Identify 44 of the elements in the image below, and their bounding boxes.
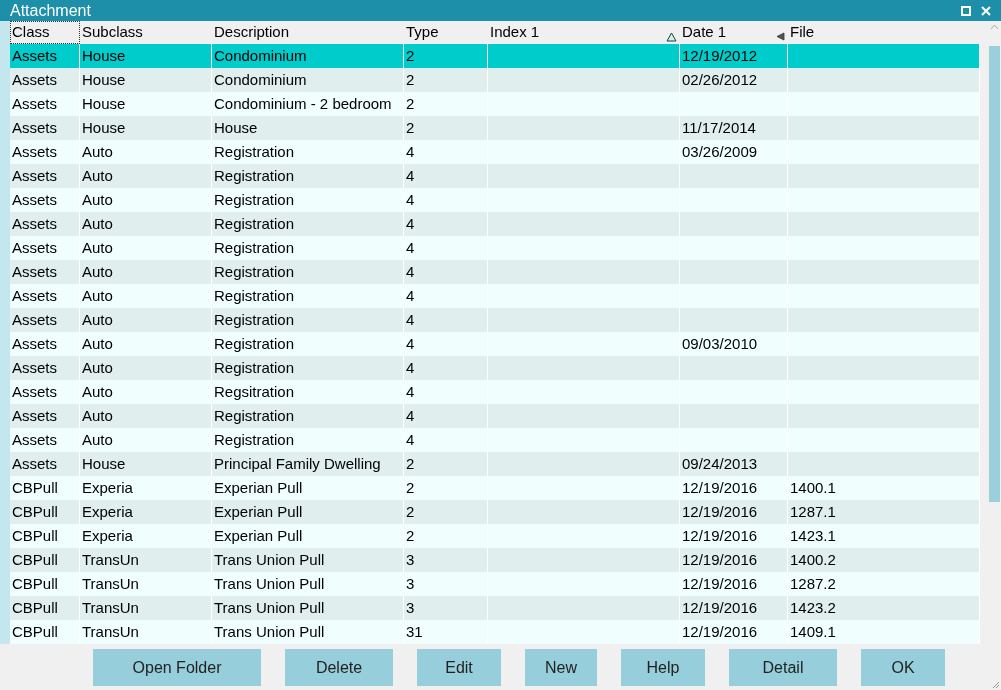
- dialog-button[interactable]: Help: [621, 649, 705, 686]
- table-cell: 1409.1: [788, 620, 980, 644]
- table-row[interactable]: Assets Auto Regsitration 4: [10, 380, 980, 404]
- close-icon[interactable]: [981, 5, 991, 16]
- table-row[interactable]: Assets House Condominium 2 12/19/2012: [10, 44, 980, 68]
- resize-grip-icon[interactable]: [990, 679, 1000, 689]
- dialog-button[interactable]: Delete: [285, 649, 393, 686]
- table-row[interactable]: CBPull TransUn Trans Union Pull 3 12/19/2016 1400.2: [10, 548, 980, 572]
- table-row[interactable]: Assets Auto Registration 4: [10, 404, 980, 428]
- table-row[interactable]: Assets House Condominium - 2 bedroom 2: [10, 92, 980, 116]
- table-cell: 12/19/2016: [680, 620, 788, 644]
- dialog-button[interactable]: OK: [861, 649, 945, 686]
- dialog-button[interactable]: New: [525, 649, 597, 686]
- table-row[interactable]: Assets House House 2 11/17/2014: [10, 116, 980, 140]
- table-row[interactable]: Assets Auto Registration 4: [10, 236, 980, 260]
- table-row[interactable]: CBPull Experia Experian Pull 2 12/19/2016 1287.1: [10, 500, 980, 524]
- table-row[interactable]: Assets Auto Registration 4: [10, 188, 980, 212]
- table-row[interactable]: Assets House Principal Family Dwelling 2 09/24/2013: [10, 452, 980, 476]
- table-row[interactable]: CBPull TransUn Trans Union Pull 3 12/19/2016 1287.2: [10, 572, 980, 596]
- table-row[interactable]: Assets House Condominium 2 02/26/2012: [10, 68, 980, 92]
- table-row[interactable]: Assets Auto Registration 4 03/26/2009: [10, 140, 980, 164]
- table-cell: TransUn: [80, 620, 212, 644]
- dialog-button[interactable]: Open Folder: [93, 649, 261, 686]
- table-row[interactable]: Assets Auto Registration 4: [10, 164, 980, 188]
- dialog-button[interactable]: Edit: [417, 649, 501, 686]
- table-cell: 31: [404, 620, 488, 644]
- scroll-up-icon[interactable]: [990, 24, 999, 30]
- table-row[interactable]: CBPull Experia Experian Pull 2 12/19/2016 1423.1: [10, 524, 980, 548]
- table-row[interactable]: Assets Auto Registration 4: [10, 284, 980, 308]
- window-title: Attachment: [10, 0, 91, 21]
- table-row[interactable]: Assets Auto Registration 4: [10, 356, 980, 380]
- scrollbar-thumb[interactable]: [989, 46, 1000, 502]
- table-row[interactable]: CBPull Experia Experian Pull 2 12/19/2016 1400.1: [10, 476, 980, 500]
- table-cell: Trans Union Pull: [212, 620, 404, 644]
- table-row[interactable]: Assets Auto Registration 4 09/03/2010: [10, 332, 980, 356]
- table-row[interactable]: Assets Auto Registration 4: [10, 308, 980, 332]
- dialog-button[interactable]: Detail: [729, 649, 837, 686]
- table-row[interactable]: Assets Auto Registration 4: [10, 212, 980, 236]
- table-row[interactable]: CBPull TransUn Trans Union Pull 31 12/19/2016 1409.1: [10, 620, 980, 644]
- table-row[interactable]: Assets Auto Registration 4: [10, 260, 980, 284]
- maximize-icon[interactable]: [961, 5, 971, 16]
- table-cell: CBPull: [10, 620, 80, 644]
- table-row[interactable]: Assets Auto Registration 4: [10, 428, 980, 452]
- table-row[interactable]: CBPull TransUn Trans Union Pull 3 12/19/2016 1423.2: [10, 596, 980, 620]
